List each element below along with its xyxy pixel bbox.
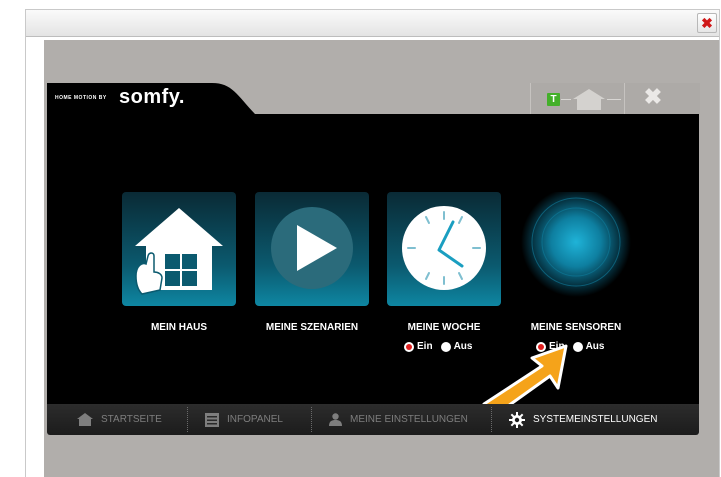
somfy-app: HOME MOTION BY somfy. T ✖ MEIN HAUS MEIN… [47,83,700,435]
house-icon[interactable] [571,87,607,111]
nav-separator [187,407,189,432]
nav-separator [311,407,313,432]
tile-mein-haus[interactable] [122,192,236,306]
nav-label-startseite: STARTSEITE [101,414,162,425]
play-icon [271,207,353,289]
house-hand-icon [135,208,223,295]
nav-label-systemeinstellungen: SYSTEMEINSTELLUNGEN [533,414,658,425]
list-icon [205,412,219,427]
app-stage: HOME MOTION BY somfy. T ✖ MEIN HAUS MEIN… [44,40,719,477]
bottom-nav: STARTSEITE INFOPANEL MEINE EINSTELLUNGEN… [47,404,699,435]
nav-label-meine-einstellungen: MEINE EINSTELLUNGEN [350,414,468,425]
somfy-logo: somfy. [119,86,185,108]
woche-aus-radio[interactable] [440,341,451,352]
gear-icon [509,411,525,428]
app-header: HOME MOTION BY somfy. T ✖ [47,83,700,114]
app-close-button[interactable]: ✖ [642,86,664,108]
nav-startseite[interactable]: STARTSEITE [77,404,162,435]
clock-icon [402,206,486,290]
tile-label-meine-sensoren: MEINE SENSOREN [530,322,622,333]
woche-ein-radio[interactable] [404,341,414,352]
nav-separator [491,407,493,432]
nav-infopanel[interactable]: INFOPANEL [205,404,283,435]
tahoma-icon[interactable]: T [547,93,560,106]
header-controls: T ✖ [530,83,700,114]
sensoren-aus-label: Aus [585,341,605,352]
sensoren-aus-radio[interactable] [572,341,583,352]
nav-label-infopanel: INFOPANEL [227,414,283,425]
nav-meine-einstellungen[interactable]: MEINE EINSTELLUNGEN [329,404,468,435]
woche-toggle: Ein Aus [404,341,480,352]
header-divider [624,83,625,114]
brand-tagline: HOME MOTION BY [55,95,107,101]
tile-meine-sensoren[interactable] [519,187,633,306]
home-icon [77,413,93,426]
woche-ein-label: Ein [417,341,433,352]
app-main-panel: MEIN HAUS MEINE SZENARIEN MEINE WOCHE ME… [47,114,699,418]
connector-line [607,99,621,100]
woche-aus-label: Aus [453,341,473,352]
nav-systemeinstellungen[interactable]: SYSTEMEINSTELLUNGEN [509,404,657,435]
dialog-title-bar: ✖ [26,10,719,37]
dialog-close-button[interactable]: ✖ [697,13,717,33]
connector-line [561,99,571,100]
person-icon [329,413,342,426]
tile-meine-woche[interactable] [387,192,501,306]
sensor-glow-icon [521,187,631,297]
tile-meine-szenarien[interactable] [255,192,369,306]
logo-tab: HOME MOTION BY somfy. [47,83,255,114]
browser-dialog: ✖ HOME MOTION BY somfy. T ✖ MEIN HAUS ME… [25,9,720,477]
